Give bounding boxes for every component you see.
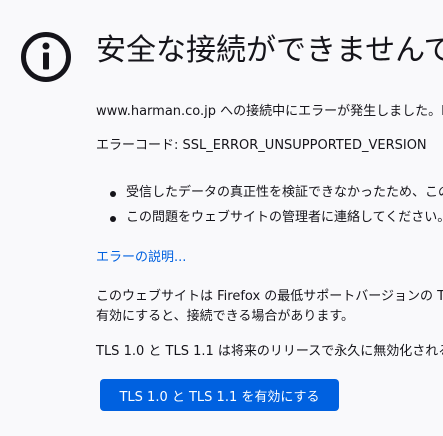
min-version-text-continued: 有効にすると、接続できる場合があります。 xyxy=(96,309,355,324)
page-title: 安全な接続ができませんで xyxy=(96,33,443,68)
error-page: 安全な接続ができませんで www.harman.co.jp への接続中にエラーが… xyxy=(0,0,443,436)
info-icon xyxy=(21,32,71,82)
tls-deprecation-text: TLS 1.0 と TLS 1.1 は将来のリリースで永久に無効化される xyxy=(96,344,443,359)
min-version-text: このウェブサイトは Firefox の最低サポートバージョンの TLS 1. xyxy=(96,289,443,304)
error-message: www.harman.co.jp への接続中にエラーが発生しました。Pe xyxy=(96,104,443,119)
error-details-link[interactable]: エラーの説明... xyxy=(96,248,186,268)
enable-tls-button[interactable]: TLS 1.0 と TLS 1.1 を有効にする xyxy=(100,379,339,411)
list-item: 受信したデータの真正性を検証できなかったため、この^ xyxy=(96,183,443,208)
error-bullet-list: 受信したデータの真正性を検証できなかったため、この^ この問題をウェブサイトの管… xyxy=(96,183,443,233)
list-item: この問題をウェブサイトの管理者に連絡してください。 xyxy=(96,208,443,233)
error-code: エラーコード: SSL_ERROR_UNSUPPORTED_VERSION xyxy=(96,138,427,153)
